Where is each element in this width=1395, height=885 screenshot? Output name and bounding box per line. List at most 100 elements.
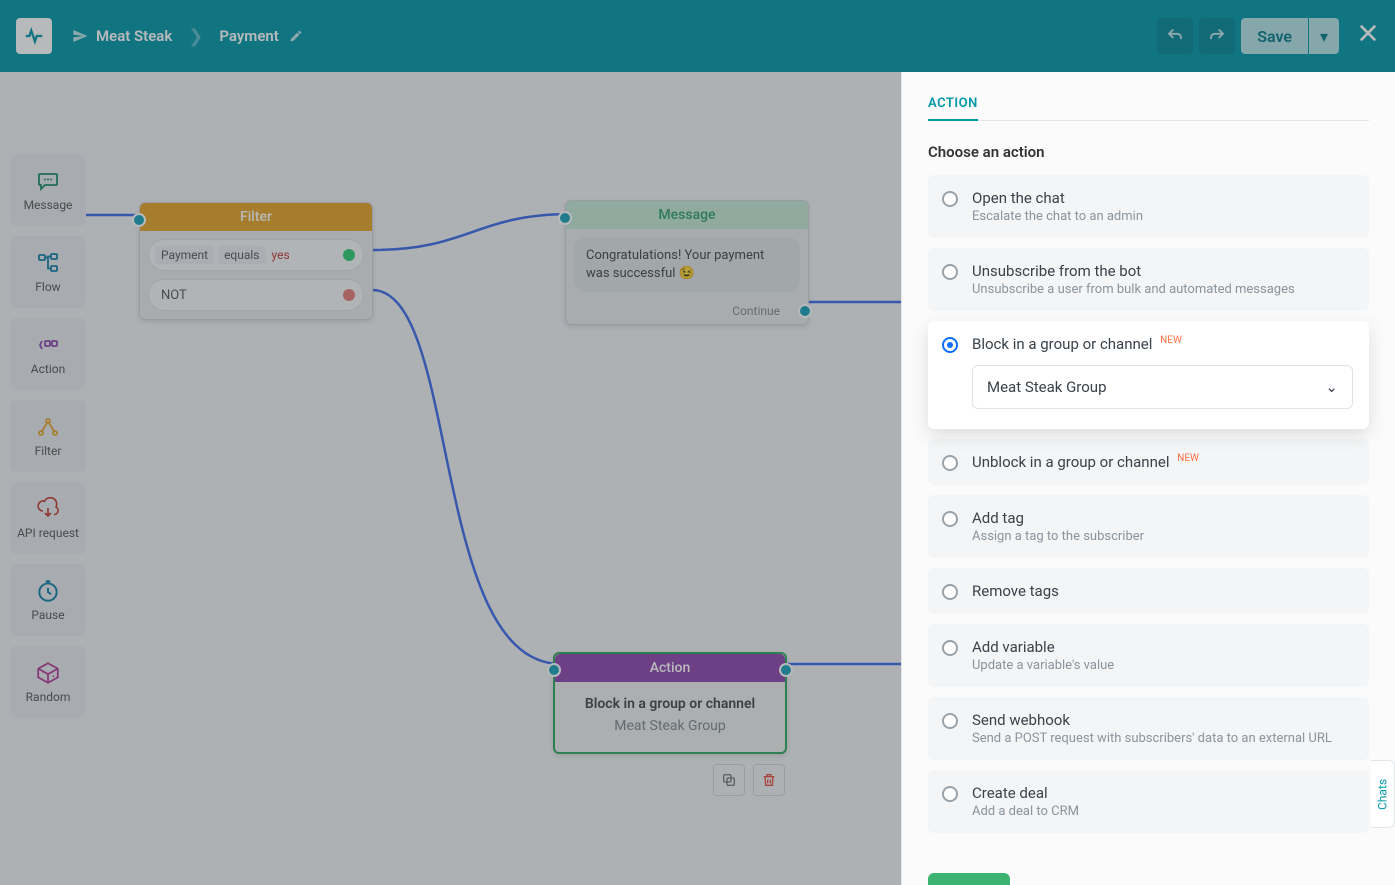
node-message-title: Message xyxy=(566,201,808,229)
action-icon xyxy=(33,332,63,358)
tool-message[interactable]: Message xyxy=(10,154,86,226)
node-action-title: Action xyxy=(555,654,785,682)
opt-block-label-text: Block in a group or channel xyxy=(972,335,1152,353)
filter-not-label: NOT xyxy=(155,288,187,303)
opt-unsubscribe[interactable]: Unsubscribe from the bot Unsubscribe a u… xyxy=(928,248,1369,311)
node-message[interactable]: Message Congratulations! Your payment wa… xyxy=(565,200,809,325)
filter-icon xyxy=(33,414,63,440)
opt-webhook-radio[interactable] xyxy=(942,713,958,729)
opt-add-variable-label: Add variable xyxy=(972,638,1353,656)
action-line1: Block in a group or channel xyxy=(565,696,775,712)
message-icon xyxy=(33,168,63,194)
tool-flow[interactable]: Flow xyxy=(10,236,86,308)
opt-open-chat-desc: Escalate the chat to an admin xyxy=(972,209,1353,224)
redo-button[interactable] xyxy=(1199,18,1235,54)
action-panel: ACTION Choose an action Open the chat Es… xyxy=(901,72,1395,885)
opt-unsubscribe-radio[interactable] xyxy=(942,264,958,280)
chats-tab[interactable]: Chats xyxy=(1371,760,1395,828)
opt-webhook[interactable]: Send webhook Send a POST request with su… xyxy=(928,697,1369,760)
opt-open-chat[interactable]: Open the chat Escalate the chat to an ad… xyxy=(928,175,1369,238)
undo-button[interactable] xyxy=(1157,18,1193,54)
opt-webhook-desc: Send a POST request with subscribers' da… xyxy=(972,731,1353,746)
node-action[interactable]: Action Block in a group or channel Meat … xyxy=(553,652,787,754)
panel-subtitle: Choose an action xyxy=(928,143,1369,161)
message-continue-row: Continue xyxy=(566,300,808,324)
opt-add-variable[interactable]: Add variable Update a variable's value xyxy=(928,624,1369,687)
flow-icon xyxy=(33,250,63,276)
filter-cond-val: yes xyxy=(272,248,290,262)
new-badge: NEW xyxy=(1160,335,1182,346)
opt-remove-tags-radio[interactable] xyxy=(942,584,958,600)
node-action-port-out[interactable] xyxy=(779,663,793,677)
header: Meat Steak ❯ Payment Save ▾ xyxy=(0,0,1395,72)
opt-add-variable-desc: Update a variable's value xyxy=(972,658,1353,673)
opt-create-deal-radio[interactable] xyxy=(942,786,958,802)
opt-unsubscribe-desc: Unsubscribe a user from bulk and automat… xyxy=(972,282,1353,297)
filter-port-false[interactable] xyxy=(343,289,355,301)
opt-add-tag-radio[interactable] xyxy=(942,511,958,527)
block-group-select[interactable]: Meat Steak Group ⌄ xyxy=(972,365,1353,409)
save-dropdown[interactable]: ▾ xyxy=(1309,18,1339,54)
opt-open-chat-radio[interactable] xyxy=(942,191,958,207)
opt-webhook-label: Send webhook xyxy=(972,711,1353,729)
app-logo[interactable] xyxy=(16,18,52,54)
tool-pause[interactable]: Pause xyxy=(10,564,86,636)
panel-divider xyxy=(928,120,1369,121)
delete-node-button[interactable] xyxy=(753,764,785,796)
new-badge: NEW xyxy=(1177,453,1199,464)
opt-block-label: Block in a group or channel NEW xyxy=(972,335,1353,353)
opt-remove-tags[interactable]: Remove tags xyxy=(928,568,1369,614)
opt-unblock-label: Unblock in a group or channel NEW xyxy=(972,453,1353,471)
node-filter-port-in[interactable] xyxy=(132,213,146,227)
opt-add-tag[interactable]: Add tag Assign a tag to the subscriber xyxy=(928,495,1369,558)
breadcrumb-bot-label: Meat Steak xyxy=(96,27,172,45)
tool-random[interactable]: Random xyxy=(10,646,86,718)
tool-api-label: API request xyxy=(17,526,79,540)
opt-create-deal[interactable]: Create deal Add a deal to CRM xyxy=(928,770,1369,833)
opt-unblock-radio[interactable] xyxy=(942,455,958,471)
opt-add-tag-label: Add tag xyxy=(972,509,1353,527)
save-button[interactable]: Save xyxy=(1241,18,1308,54)
filter-condition-row[interactable]: Payment equals yes xyxy=(148,239,364,271)
opt-block[interactable]: Block in a group or channel NEW Meat Ste… xyxy=(928,321,1369,429)
tool-filter[interactable]: Filter xyxy=(10,400,86,472)
tool-action[interactable]: Action xyxy=(10,318,86,390)
apply-button[interactable]: Apply xyxy=(928,873,1010,885)
api-icon xyxy=(33,496,63,522)
tool-filter-label: Filter xyxy=(35,444,62,458)
tool-api[interactable]: API request xyxy=(10,482,86,554)
chevron-down-icon: ⌄ xyxy=(1325,378,1338,396)
opt-block-radio[interactable] xyxy=(942,337,958,353)
opt-add-tag-desc: Assign a tag to the subscriber xyxy=(972,529,1353,544)
message-bubble: Congratulations! Your payment was succes… xyxy=(574,237,800,292)
node-filter[interactable]: Filter Payment equals yes NOT xyxy=(139,202,373,320)
breadcrumb-flow[interactable]: Payment xyxy=(219,27,302,45)
node-filter-title: Filter xyxy=(140,203,372,231)
message-continue-label: Continue xyxy=(732,304,780,318)
breadcrumb-bot[interactable]: Meat Steak xyxy=(72,27,172,45)
tool-action-label: Action xyxy=(31,362,65,376)
pause-icon xyxy=(33,578,63,604)
filter-cond-op: equals xyxy=(218,246,265,264)
opt-add-variable-radio[interactable] xyxy=(942,640,958,656)
opt-create-deal-desc: Add a deal to CRM xyxy=(972,804,1353,819)
breadcrumb: Meat Steak ❯ Payment xyxy=(72,26,303,47)
close-icon[interactable] xyxy=(1357,22,1379,50)
panel-tab-label[interactable]: ACTION xyxy=(928,96,978,121)
node-action-port-in[interactable] xyxy=(547,663,561,677)
save-button-label: Save xyxy=(1257,27,1292,46)
duplicate-node-button[interactable] xyxy=(713,764,745,796)
opt-unblock[interactable]: Unblock in a group or channel NEW xyxy=(928,439,1369,485)
opt-remove-tags-label: Remove tags xyxy=(972,582,1353,600)
message-continue-port[interactable] xyxy=(798,304,812,318)
filter-port-true[interactable] xyxy=(343,249,355,261)
breadcrumb-separator: ❯ xyxy=(188,26,203,47)
random-icon xyxy=(33,660,63,686)
action-line2: Meat Steak Group xyxy=(565,718,775,734)
block-group-value: Meat Steak Group xyxy=(987,378,1107,396)
filter-not-row[interactable]: NOT xyxy=(148,279,364,311)
opt-create-deal-label: Create deal xyxy=(972,784,1353,802)
tool-column: Message Flow Action Filter API request P… xyxy=(10,154,86,718)
breadcrumb-flow-label: Payment xyxy=(219,27,278,45)
node-message-port-in[interactable] xyxy=(558,211,572,225)
